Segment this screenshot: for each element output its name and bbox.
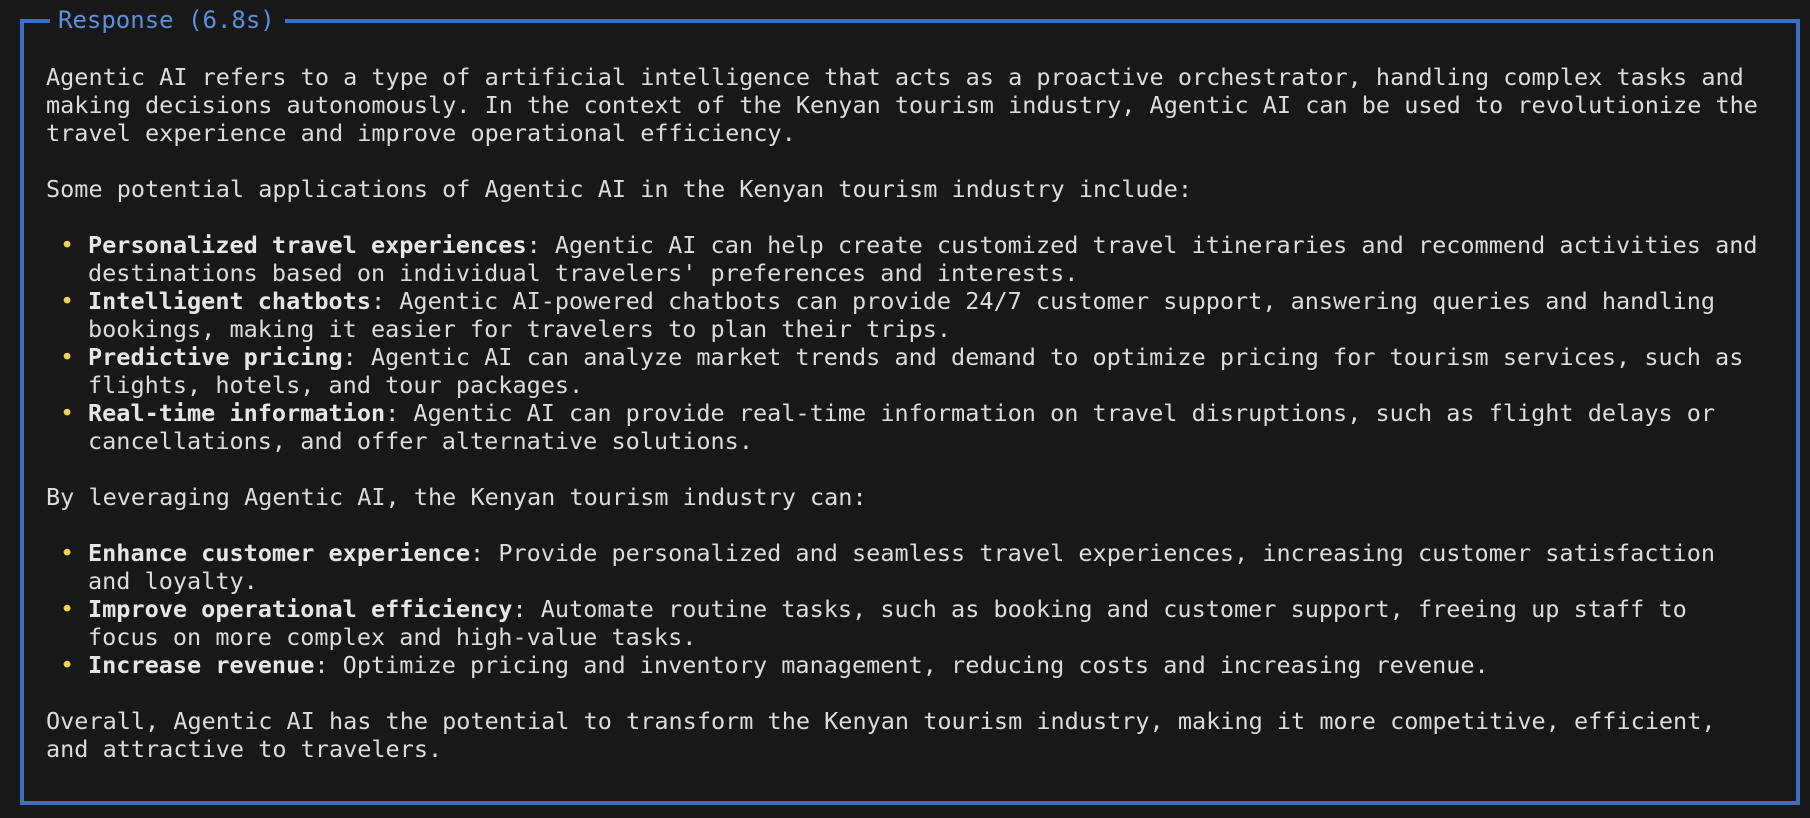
list-item-term: Predictive pricing bbox=[88, 343, 343, 371]
list-item: • Enhance customer experience: Provide pe… bbox=[46, 539, 1766, 595]
list-item: • Real-time information: Agentic AI can p… bbox=[46, 399, 1766, 455]
list-item: • Personalized travel experiences: Agenti… bbox=[46, 231, 1766, 287]
list-item-term: Improve operational efficiency bbox=[88, 595, 513, 623]
list-item: • Intelligent chatbots: Agentic AI-powere… bbox=[46, 287, 1766, 343]
list-item-separator: : bbox=[470, 539, 485, 567]
response-panel: Response (6.8s) Agentic AI refers to a t… bbox=[20, 0, 1800, 805]
bullet-icon: • bbox=[60, 651, 75, 679]
list-item-separator: : bbox=[526, 231, 541, 259]
list-item-separator: : bbox=[342, 343, 357, 371]
list-item-term: Real-time information bbox=[88, 399, 386, 427]
list-item-term: Enhance customer experience bbox=[88, 539, 471, 567]
list-item-term: Intelligent chatbots bbox=[88, 287, 371, 315]
bullet-icon: • bbox=[60, 231, 75, 259]
panel-title: Response (6.8s) bbox=[50, 0, 285, 40]
applications-lead: Some potential applications of Agentic A… bbox=[46, 175, 1193, 203]
benefits-list: • Enhance customer experience: Provide pe… bbox=[46, 539, 1766, 679]
list-item: • Predictive pricing: Agentic AI can anal… bbox=[46, 343, 1766, 399]
list-item-term: Personalized travel experiences bbox=[88, 231, 527, 259]
list-item: • Improve operational efficiency: Automat… bbox=[46, 595, 1766, 651]
bullet-icon: • bbox=[60, 343, 75, 371]
bullet-icon: • bbox=[60, 539, 75, 567]
list-item-term: Increase revenue bbox=[88, 651, 315, 679]
response-content: Agentic AI refers to a type of artificia… bbox=[46, 63, 1766, 791]
list-item-text: Optimize pricing and inventory managemen… bbox=[328, 651, 1489, 679]
list-item: • Increase revenue: Optimize pricing and … bbox=[46, 651, 1766, 679]
list-item-separator: : bbox=[512, 595, 527, 623]
list-item-separator: : bbox=[385, 399, 400, 427]
bullet-icon: • bbox=[60, 287, 75, 315]
bullet-icon: • bbox=[60, 399, 75, 427]
intro-paragraph: Agentic AI refers to a type of artificia… bbox=[46, 63, 1758, 147]
list-item-separator: : bbox=[370, 287, 386, 315]
applications-list: • Personalized travel experiences: Agenti… bbox=[46, 231, 1766, 455]
conclusion-paragraph: Overall, Agentic AI has the potential to… bbox=[46, 707, 1716, 763]
list-item-separator: : bbox=[314, 651, 329, 679]
bullet-icon: • bbox=[60, 595, 75, 623]
benefits-lead: By leveraging Agentic AI, the Kenyan tou… bbox=[46, 483, 867, 511]
